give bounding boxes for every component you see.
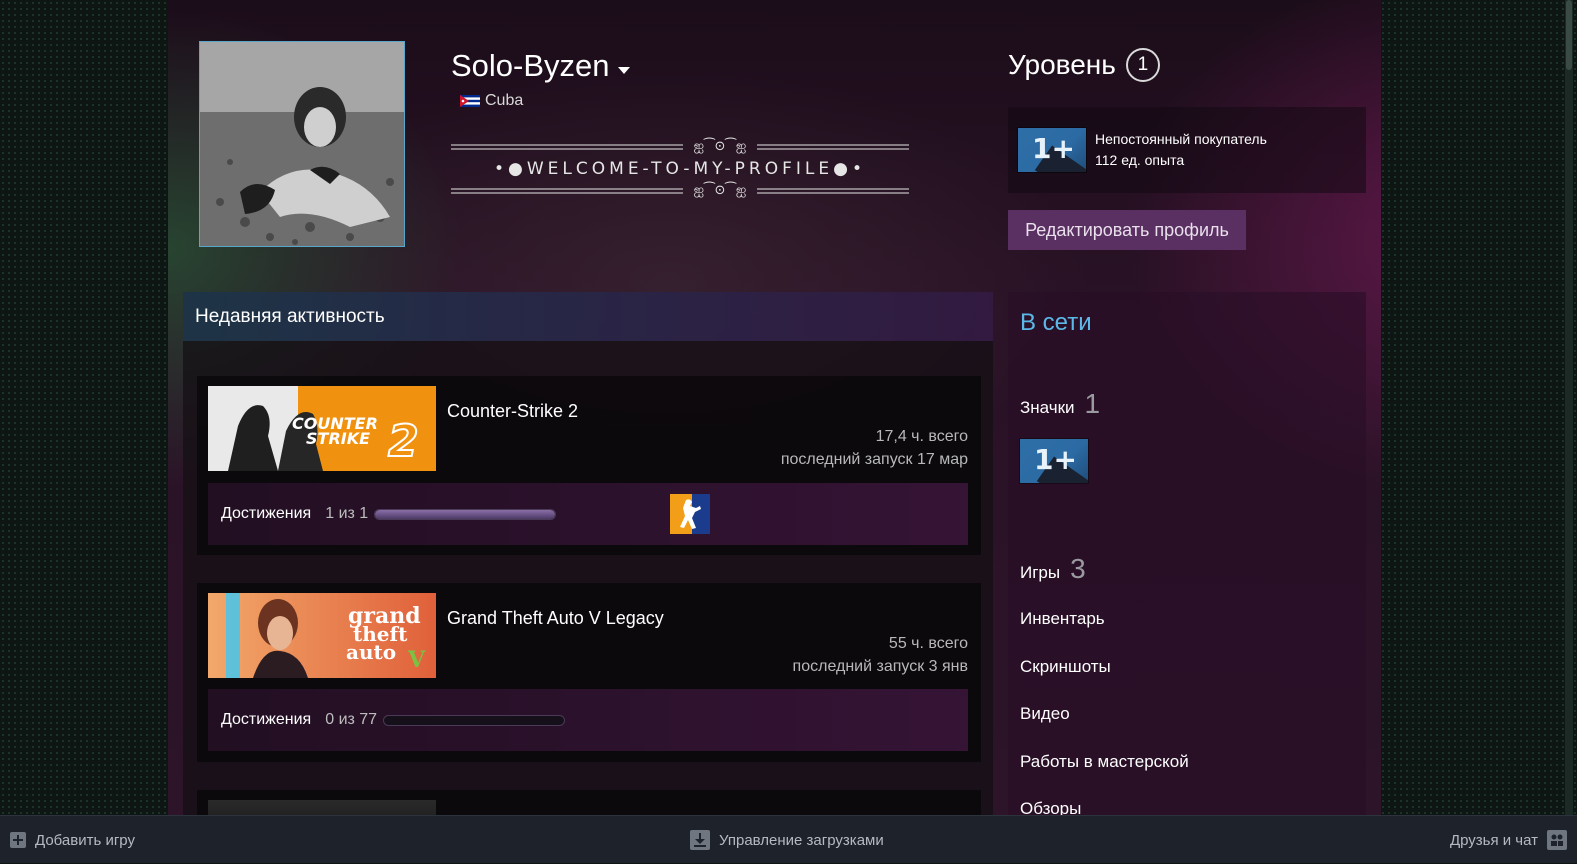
friends-chat-button[interactable]: Друзья и чат xyxy=(1450,816,1567,864)
sidebar-item-workshop[interactable]: Работы в мастерской xyxy=(1020,752,1189,772)
downloads-label: Управление загрузками xyxy=(719,831,884,849)
achievements-progress-bar xyxy=(383,714,566,726)
friends-icon xyxy=(1547,830,1567,850)
game-capsule[interactable] xyxy=(208,800,436,815)
gta-v-capsule[interactable]: grand theft auto V xyxy=(208,593,436,678)
persona-name-text: Solo-Byzen xyxy=(451,48,610,83)
achievements-count: 1 из 1 xyxy=(325,505,369,522)
game-last-played: последний запуск 17 мар xyxy=(780,451,968,468)
achievements-label: Достижения xyxy=(221,505,312,522)
cuba-flag-icon xyxy=(460,95,480,107)
client-bottom-bar: Добавить игру Управление загрузками Друз… xyxy=(0,815,1577,863)
country-name: Cuba xyxy=(485,92,524,109)
edit-profile-button[interactable]: Редактировать профиль xyxy=(1008,210,1246,250)
sidebar-item-badges[interactable]: Значки 1 xyxy=(1020,388,1100,420)
svg-text:V: V xyxy=(407,647,426,673)
achievements-row[interactable]: Достижения 0 из 77 xyxy=(208,689,968,751)
svg-text:2: 2 xyxy=(388,416,419,467)
game-last-played: последний запуск 3 янв xyxy=(792,658,968,675)
counter-strike-2-capsule[interactable]: COUNTER STRIKE 2 xyxy=(208,386,436,471)
recent-activity-panel: Недавняя активность COUNTER STRIKE 2 Cou… xyxy=(183,292,993,815)
game-hours: 17,4 ч. всего xyxy=(875,428,968,445)
achievements-progress-fill xyxy=(375,509,556,519)
game-card: grand theft auto V Grand Theft Auto V Le… xyxy=(197,583,981,762)
profile-avatar[interactable] xyxy=(199,41,405,247)
add-game-label: Добавить игру xyxy=(35,831,135,849)
sidebar-badge[interactable]: 1+ xyxy=(1020,439,1088,483)
banner-ornament-top: ஐ⁀⊙⁀ஐ xyxy=(693,138,747,153)
profile-sidebar: В сети Значки 1 1+ Игры 3 Инвентарь Скри… xyxy=(1008,292,1366,815)
level-number: 1 xyxy=(1125,48,1160,82)
games-count: 3 xyxy=(1070,553,1086,584)
page-scrollbar[interactable] xyxy=(1565,0,1573,815)
level-label: Уровень xyxy=(1008,49,1116,80)
svg-text:auto: auto xyxy=(346,640,396,664)
profile-summary-banner: ஐ⁀⊙⁀ஐ •●WELCOME-TO-MY-PROFILE●• ஐ⁀⊙⁀ஐ xyxy=(451,137,909,203)
badge-xp: 112 ед. опыта xyxy=(1095,152,1185,168)
plus-icon xyxy=(10,832,26,848)
badges-label: Значки xyxy=(1020,398,1075,417)
game-title[interactable]: Grand Theft Auto V Legacy xyxy=(447,608,664,629)
chevron-down-icon[interactable] xyxy=(617,66,630,74)
recent-activity-header: Недавняя активность xyxy=(183,292,993,341)
level-header: Уровень 1 xyxy=(1008,48,1160,82)
frequent-buyer-badge-icon: 1+ xyxy=(1018,128,1086,172)
page-scrollbar-thumb[interactable] xyxy=(1566,0,1572,70)
game-card: COUNTER STRIKE 2 Counter-Strike 2 17,4 ч… xyxy=(197,376,981,555)
sidebar-item-games[interactable]: Игры 3 xyxy=(1020,553,1086,585)
game-hours: 55 ч. всего xyxy=(888,635,968,652)
sidebar-item-screenshots[interactable]: Скриншоты xyxy=(1020,657,1111,677)
online-status: В сети xyxy=(1020,309,1092,336)
achievements-count: 0 из 77 xyxy=(325,711,378,728)
achievements-label: Достижения xyxy=(221,711,312,728)
achievements-progress-bar xyxy=(374,508,557,520)
add-game-button[interactable]: Добавить игру xyxy=(10,816,135,864)
game-title[interactable]: Counter-Strike 2 xyxy=(447,401,578,422)
sidebar-item-videos[interactable]: Видео xyxy=(1020,704,1070,724)
friends-chat-label: Друзья и чат xyxy=(1449,831,1538,849)
frequent-buyer-badge-icon: 1+ xyxy=(1020,439,1088,483)
profile-location: Cuba xyxy=(460,92,523,110)
sidebar-item-reviews[interactable]: Обзоры xyxy=(1020,799,1081,815)
badge-name: Непостоянный покупатель xyxy=(1095,131,1267,147)
achievement-icon[interactable] xyxy=(670,494,710,534)
profile-page: Solo-Byzen Cuba ஐ⁀⊙⁀ஐ •●WELCOME-TO-MY-PR… xyxy=(168,0,1381,815)
persona-name[interactable]: Solo-Byzen xyxy=(451,48,630,84)
banner-ornament-bottom: ஐ⁀⊙⁀ஐ xyxy=(693,182,747,197)
game-card xyxy=(197,790,981,815)
games-label: Игры xyxy=(1020,563,1061,582)
profile-summary-text: •●WELCOME-TO-MY-PROFILE●• xyxy=(494,159,866,179)
svg-text:STRIKE: STRIKE xyxy=(306,429,370,448)
download-icon xyxy=(690,830,710,850)
manage-downloads-button[interactable]: Управление загрузками xyxy=(690,816,884,864)
badges-count: 1 xyxy=(1084,388,1101,419)
sidebar-item-inventory[interactable]: Инвентарь xyxy=(1020,609,1105,629)
achievements-row[interactable]: Достижения 1 из 1 xyxy=(208,483,968,545)
favorite-badge-box[interactable]: 1+ Непостоянный покупатель 112 ед. опыта xyxy=(1008,107,1366,193)
